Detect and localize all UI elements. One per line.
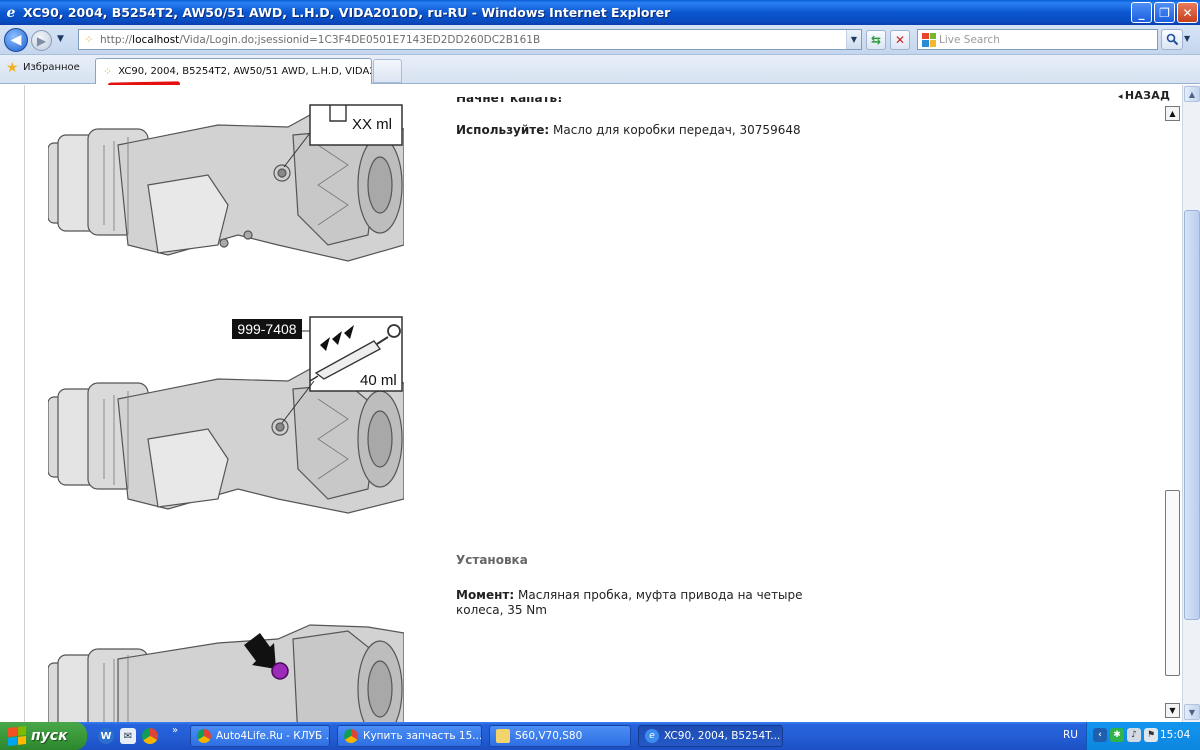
- torque-instruction: Момент: Масляная пробка, муфта привода н…: [456, 588, 803, 618]
- network-icon[interactable]: ✱: [1110, 728, 1124, 742]
- security-icon[interactable]: ⚑: [1144, 728, 1158, 742]
- clipped-instruction-text: Начнет капать!: [456, 97, 566, 106]
- page-content: ◂ НАЗАД ▲ ▼ Начнет капать! Используйте: М…: [0, 85, 1182, 722]
- scroll-up-arrow-icon[interactable]: ▲: [1165, 106, 1180, 121]
- quick-launch: W ✉: [98, 728, 158, 744]
- ie-icon: e: [645, 729, 659, 743]
- taskbar-item-label: Купить запчасть 15...: [363, 730, 482, 742]
- favorites-star-icon[interactable]: ★: [6, 61, 20, 75]
- taskbar-item-label: Auto4Life.Ru - КЛУБ ...: [216, 730, 330, 742]
- search-placeholder: Live Search: [939, 33, 1000, 46]
- clipped-text: Начнет капать!: [456, 97, 563, 105]
- taskbar-item[interactable]: Купить запчасть 15...: [337, 725, 482, 747]
- windows-flag-icon: [8, 726, 26, 746]
- search-options-dropdown-icon[interactable]: ▼: [1184, 34, 1190, 43]
- navigation-bar: ◀ ▶ ▼ ⁘ http://localhost/Vida/Login.do;j…: [0, 25, 1200, 55]
- url-path: /Vida/Login.do;jsessionid=1C3F4DE0501E71…: [179, 33, 541, 46]
- fill-amount-label: XX ml: [352, 116, 392, 133]
- taskbar-item[interactable]: Auto4Life.Ru - КЛУБ ...: [190, 725, 330, 747]
- tab-label: XC90, 2004, B5254T2, AW50/51 AWD, L.H.D,…: [118, 66, 371, 77]
- address-dropdown-icon[interactable]: ▼: [846, 30, 861, 49]
- minimize-button[interactable]: _: [1131, 2, 1152, 23]
- chrome-icon: [197, 729, 211, 743]
- oil-plug-marker: [271, 662, 289, 680]
- clock: 15:04: [1160, 729, 1191, 741]
- gearbox-syringe-illustration: 999-7408 40 ml: [48, 316, 404, 514]
- start-button[interactable]: пуск: [0, 722, 87, 750]
- start-label: пуск: [31, 728, 68, 744]
- loading-icon: ⁘: [84, 32, 94, 46]
- torque-value-line1: Масляная пробка, муфта привода на четыре: [514, 588, 803, 602]
- magnifier-icon: [1166, 33, 1178, 46]
- address-bar[interactable]: ⁘ http://localhost/Vida/Login.do;jsessio…: [78, 29, 862, 50]
- loading-icon: ⁘: [103, 64, 113, 78]
- address-url[interactable]: http://localhost/Vida/Login.do;jsessioni…: [100, 34, 540, 46]
- scroll-down-arrow-icon[interactable]: ▼: [1165, 703, 1180, 718]
- section-title: Установка: [456, 553, 528, 567]
- back-link[interactable]: ◂ НАЗАД: [1118, 89, 1170, 102]
- mail-icon[interactable]: ✉: [120, 728, 136, 744]
- window-controls: _ ❐ ✕: [1131, 2, 1198, 23]
- taskbar-item-label: S60,V70,S80: [515, 730, 583, 742]
- back-link-label: НАЗАД: [1124, 89, 1171, 102]
- url-prefix: http://: [100, 33, 133, 46]
- back-arrow-tray-icon[interactable]: ‹: [1093, 728, 1107, 742]
- use-label: Используйте:: [456, 123, 550, 137]
- search-input[interactable]: Live Search: [917, 29, 1158, 50]
- url-host: localhost: [132, 33, 180, 46]
- window-title: XC90, 2004, B5254T2, AW50/51 AWD, L.H.D,…: [23, 5, 671, 20]
- back-button[interactable]: ◀: [4, 28, 28, 52]
- favorites-button[interactable]: Избранное: [23, 62, 80, 73]
- system-tray: ‹ ✱ ♪ ⚑ 15:04: [1086, 722, 1200, 750]
- chrome-icon[interactable]: [142, 728, 158, 744]
- language-indicator[interactable]: RU: [1063, 729, 1078, 741]
- tab-active[interactable]: ⁘ XC90, 2004, B5254T2, AW50/51 AWD, L.H.…: [95, 58, 372, 84]
- search-button[interactable]: [1161, 29, 1183, 50]
- taskbar-item-label: XC90, 2004, B5254T...: [664, 730, 781, 742]
- syringe-amount-label: 40 ml: [360, 372, 397, 389]
- scroll-up-icon[interactable]: ▲: [1184, 86, 1200, 102]
- scroll-thumb[interactable]: [1165, 490, 1180, 676]
- taskbar: пуск W ✉ » Auto4Life.Ru - КЛУБ ... Купит…: [0, 722, 1200, 750]
- history-dropdown-icon[interactable]: ▼: [57, 34, 64, 44]
- torque-label: Момент:: [456, 588, 515, 602]
- refresh-button[interactable]: ⇆: [866, 30, 886, 50]
- forward-button[interactable]: ▶: [31, 30, 52, 51]
- speaker-icon[interactable]: ♪: [1127, 728, 1141, 742]
- gearbox-plug-illustration: [48, 624, 404, 722]
- browser-scroll-thumb[interactable]: [1184, 210, 1200, 620]
- close-button[interactable]: ✕: [1177, 2, 1198, 23]
- title-bar[interactable]: e XC90, 2004, B5254T2, AW50/51 AWD, L.H.…: [0, 0, 1200, 25]
- chrome-icon: [344, 729, 358, 743]
- tab-bar: ★ Избранное ⁘ XC90, 2004, B5254T2, AW50/…: [0, 55, 1200, 84]
- maximize-button[interactable]: ❐: [1154, 2, 1175, 23]
- ie-icon: e: [6, 4, 16, 21]
- tool-number-label: 999-7408: [237, 321, 296, 337]
- quick-launch-more-icon[interactable]: »: [172, 725, 178, 736]
- taskbar-item[interactable]: S60,V70,S80: [489, 725, 631, 747]
- taskbar-item-active[interactable]: e XC90, 2004, B5254T...: [638, 725, 783, 747]
- windows-live-icon: [922, 32, 936, 47]
- use-value: Масло для коробки передач, 30759648: [549, 123, 801, 137]
- gearbox-fill-illustration: XX ml: [48, 104, 404, 262]
- folder-icon: [496, 729, 510, 743]
- stop-button[interactable]: ✕: [890, 30, 910, 50]
- content-scrollbar[interactable]: ▲ ▼: [1165, 106, 1181, 720]
- new-tab-button[interactable]: [373, 59, 402, 83]
- wordpress-icon[interactable]: W: [98, 728, 114, 744]
- use-instruction: Используйте: Масло для коробки передач, …: [456, 123, 801, 138]
- page-divider: [24, 85, 25, 722]
- scroll-down-icon[interactable]: ▼: [1184, 704, 1200, 720]
- chevron-left-icon: ◂: [1118, 92, 1123, 102]
- browser-scrollbar[interactable]: ▲ ▼: [1182, 85, 1200, 722]
- torque-value-line2: колеса, 35 Nm: [456, 603, 547, 617]
